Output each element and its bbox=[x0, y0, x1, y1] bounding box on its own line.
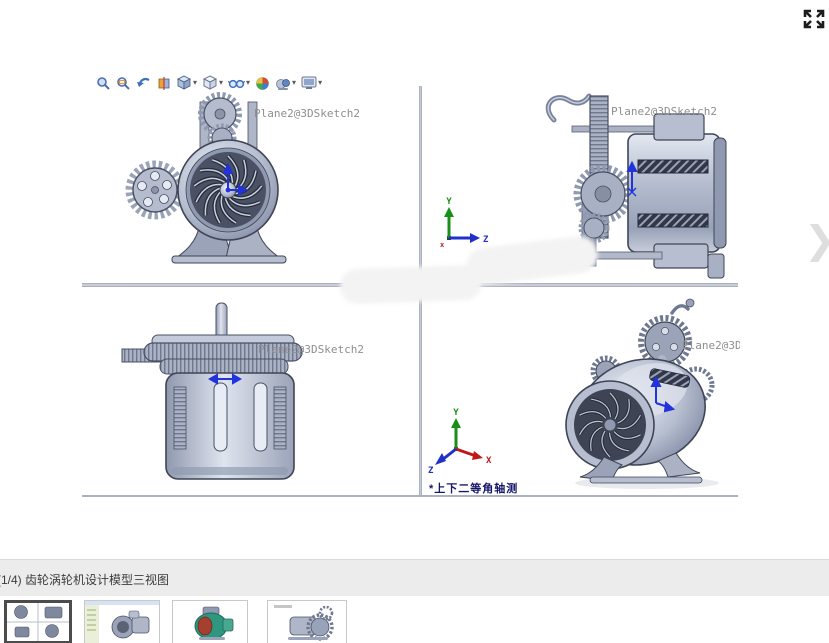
model-front-view bbox=[125, 92, 287, 264]
axis-triad: Y Z x bbox=[440, 197, 489, 249]
viewport-top-view[interactable]: Plane2@3DSketch2 bbox=[82, 287, 420, 495]
viewport-front-view[interactable]: Plane2@3DSketch2 bbox=[82, 86, 420, 284]
thumbnail-solidworks-model[interactable] bbox=[84, 600, 160, 643]
image-caption: (1/4) 齿轮涡轮机设计模型三视图 bbox=[0, 573, 170, 587]
watermark-blur bbox=[339, 264, 483, 305]
plane-annotation-label: Plane2@3DSketch2 bbox=[258, 343, 364, 356]
axis-label-x: x bbox=[440, 241, 445, 249]
thumbnail-four-view-selected[interactable] bbox=[4, 600, 72, 643]
thumbnail-teal-model[interactable] bbox=[172, 600, 248, 643]
thumbnail-gray-model-rear[interactable] bbox=[267, 600, 347, 643]
axis-label-x: X bbox=[486, 456, 492, 466]
axis-label-z: Z bbox=[483, 235, 489, 245]
viewport-isometric-view[interactable]: Y X Z Plane2@3DSketch2 bbox=[422, 287, 740, 495]
axis-label-z: Z bbox=[428, 466, 434, 476]
axis-label-y: Y bbox=[453, 408, 459, 418]
next-arrow-icon[interactable]: ❯ bbox=[804, 218, 829, 262]
viewport-bottom-border bbox=[82, 495, 738, 497]
caption-bar: (1/4) 齿轮涡轮机设计模型三视图 bbox=[0, 559, 829, 596]
axis-triad: Y X Z bbox=[428, 408, 492, 476]
model-isometric-view: Y X Z bbox=[428, 298, 719, 489]
model-top-view bbox=[121, 302, 303, 480]
app-window: ▾ ▾ ▾ ▾ ▾ Plane2@3DSketch2 Y Z x Plane2@… bbox=[0, 0, 829, 643]
fullscreen-icon[interactable] bbox=[801, 7, 827, 31]
plane-annotation-label: Plane2@3DSketch2 bbox=[682, 339, 740, 352]
view-orientation-label: *上下二等角轴测 bbox=[429, 483, 519, 495]
axis-label-y: Y bbox=[446, 197, 452, 207]
plane-annotation-label: Plane2@3DSketch2 bbox=[611, 105, 717, 118]
plane-annotation-label: Plane2@3DSketch2 bbox=[254, 107, 360, 120]
